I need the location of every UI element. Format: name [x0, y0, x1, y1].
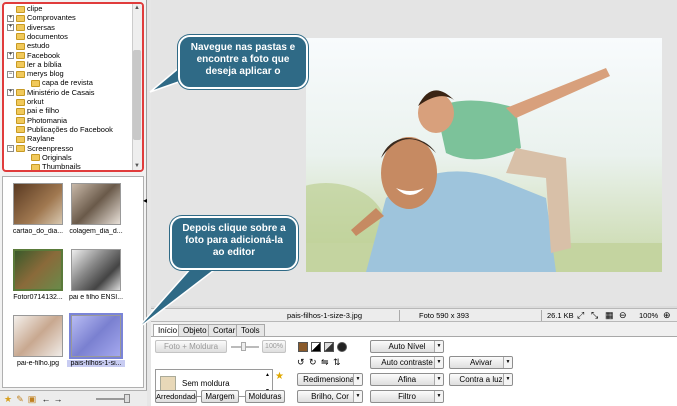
callout-pointers [135, 60, 224, 331]
callout-browse-folders: Navegue nas pastas e encontre a foto que… [178, 35, 308, 89]
callout-click-photo: Depois clique sobre a foto para adicioná… [170, 216, 298, 270]
